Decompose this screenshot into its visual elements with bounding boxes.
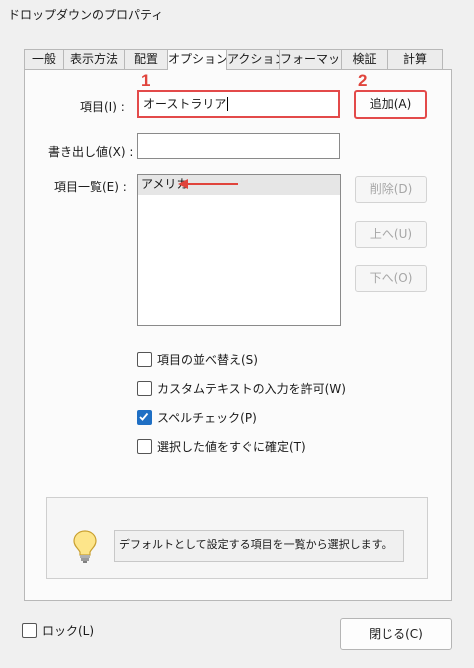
tab-actions[interactable]: アクション — [226, 49, 280, 69]
checkbox-box[interactable] — [137, 381, 152, 396]
checkbox-label: カスタムテキストの入力を許可(W) — [157, 382, 346, 396]
tab-calculate[interactable]: 計算 — [387, 49, 443, 69]
item-input[interactable]: オーストラリア — [137, 90, 340, 118]
text-cursor — [227, 97, 229, 111]
item-input-value: オーストラリア — [143, 97, 227, 111]
hint-text: デフォルトとして設定する項目を一覧から選択します。 — [114, 530, 404, 562]
commit-immediately-checkbox[interactable]: 選択した値をすぐに確定(T) — [137, 438, 306, 455]
close-button[interactable]: 閉じる(C) — [340, 618, 452, 650]
checkbox-box[interactable] — [137, 352, 152, 367]
checkmark-icon — [139, 412, 149, 421]
add-button[interactable]: 追加(A) — [354, 90, 427, 119]
export-value-label: 書き出し値(X) : — [48, 145, 134, 159]
red-arrow-icon — [178, 179, 238, 189]
step-2-marker: 2 — [358, 71, 368, 90]
lock-checkbox[interactable]: ロック(L) — [22, 622, 94, 639]
window-title: ドロップダウンのプロパティ — [8, 8, 164, 22]
tab-options[interactable]: オプション — [167, 49, 227, 70]
checkbox-label: 項目の並べ替え(S) — [157, 353, 258, 367]
allow-custom-text-checkbox[interactable]: カスタムテキストの入力を許可(W) — [137, 380, 346, 397]
tab-general[interactable]: 一般 — [24, 49, 64, 69]
tab-validate[interactable]: 検証 — [341, 49, 388, 69]
checkbox-label: 選択した値をすぐに確定(T) — [157, 440, 306, 454]
spell-check-checkbox[interactable]: スペルチェック(P) — [137, 409, 257, 426]
delete-button[interactable]: 削除(D) — [355, 176, 427, 203]
item-label: 項目(I) : — [80, 100, 125, 114]
item-listbox[interactable]: アメリカ — [137, 174, 341, 326]
checkbox-label: スペルチェック(P) — [157, 411, 257, 425]
tab-bar: 一般 表示方法 配置 オプション アクション フォーマット 検証 計算 — [24, 49, 452, 70]
move-up-button[interactable]: 上へ(U) — [355, 221, 427, 248]
tab-position[interactable]: 配置 — [124, 49, 168, 69]
checkbox-box[interactable] — [137, 439, 152, 454]
item-list-label: 項目一覧(E) : — [54, 180, 127, 194]
step-1-marker: 1 — [141, 71, 151, 90]
tab-format[interactable]: フォーマット — [279, 49, 342, 69]
checkbox-box[interactable] — [22, 623, 37, 638]
lightbulb-icon — [73, 530, 97, 563]
checkbox-box[interactable] — [137, 410, 152, 425]
sort-items-checkbox[interactable]: 項目の並べ替え(S) — [137, 351, 258, 368]
export-value-input[interactable] — [137, 133, 340, 159]
checkbox-label: ロック(L) — [42, 624, 95, 638]
tab-appearance[interactable]: 表示方法 — [63, 49, 125, 69]
move-down-button[interactable]: 下へ(O) — [355, 265, 427, 292]
